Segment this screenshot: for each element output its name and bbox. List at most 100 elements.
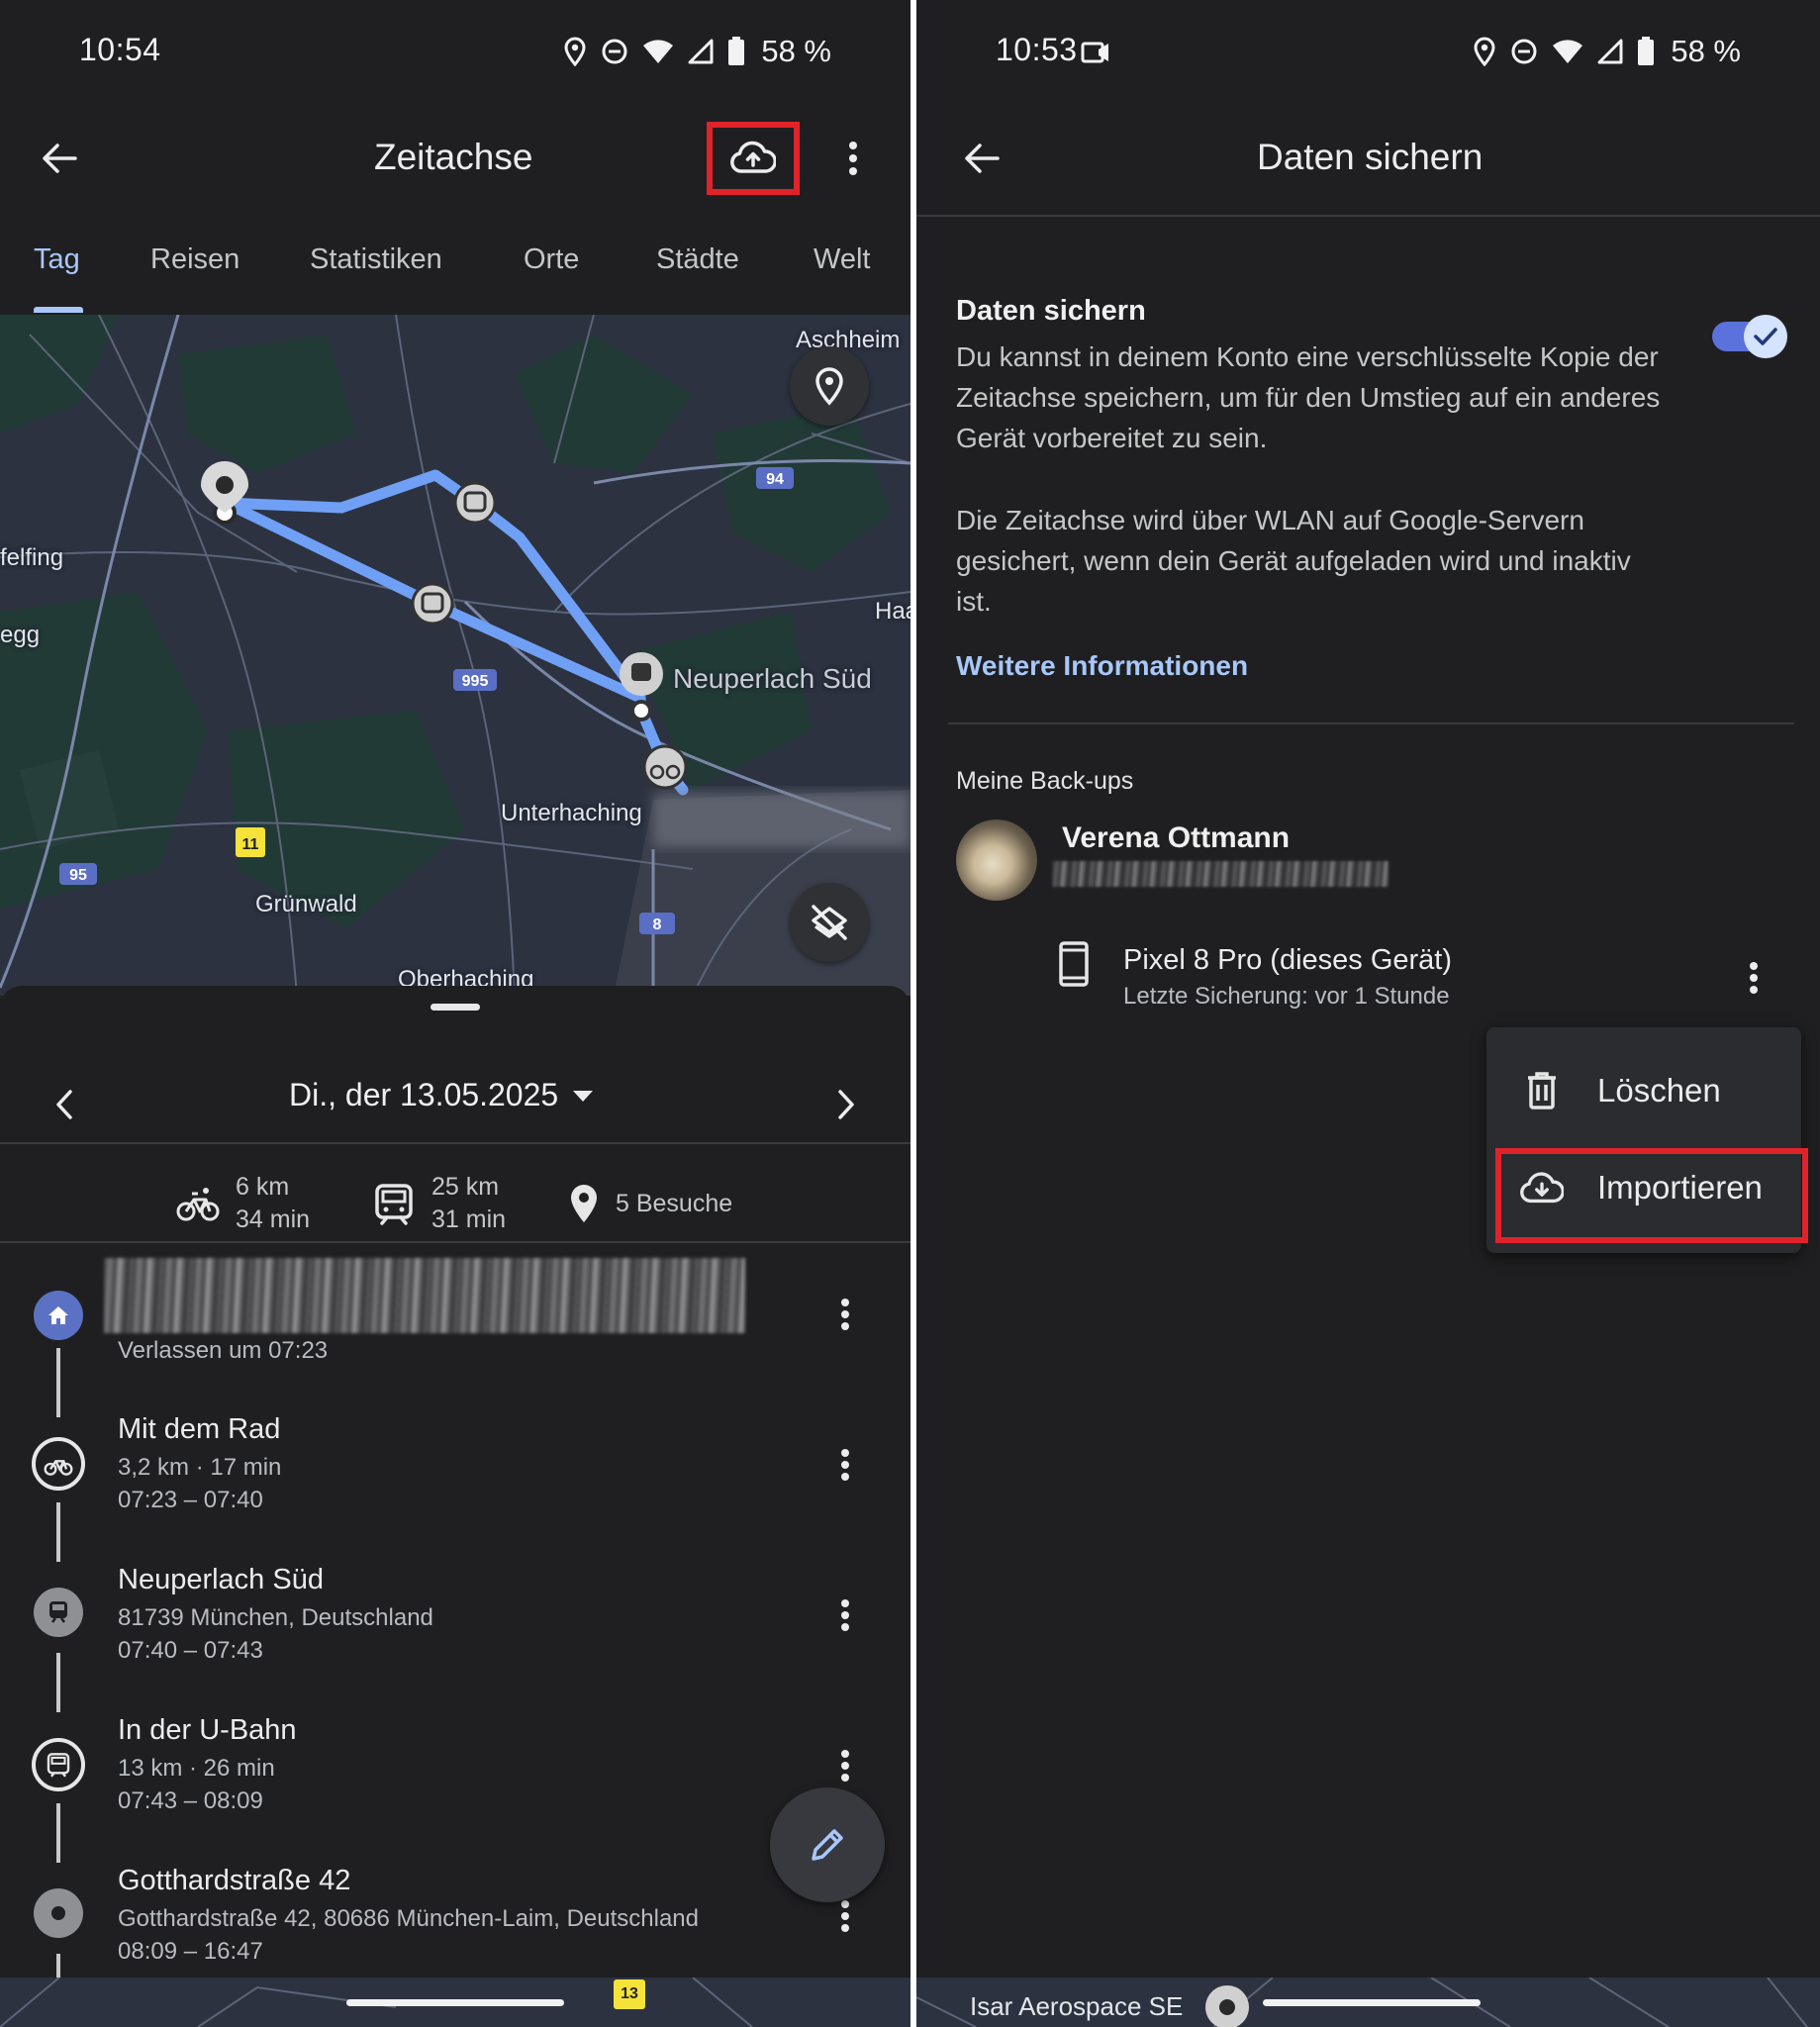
- layers-off-icon: [812, 905, 847, 940]
- appbar-divider: [916, 215, 1820, 217]
- bike-node: [32, 1437, 85, 1491]
- previous-day-button[interactable]: [40, 1075, 89, 1134]
- back-button[interactable]: [952, 129, 1011, 188]
- backup-screen: 10:53 58 % Daten sichern Daten sichern D…: [916, 0, 1820, 2027]
- more-vert-icon: [841, 1599, 849, 1631]
- backup-description: Du kannst in deinem Konto eine verschlüs…: [956, 341, 1661, 453]
- next-day-button[interactable]: [821, 1075, 871, 1134]
- entry-title: In der U-Bahn: [118, 1714, 297, 1746]
- tab-orte[interactable]: Orte: [524, 243, 579, 276]
- my-backups-header: Meine Back-ups: [956, 767, 1134, 795]
- map-label-fragment-3: Haa: [875, 598, 910, 625]
- summary-visits: 5 Besuche: [568, 1154, 732, 1253]
- device-name: Pixel 8 Pro (dieses Gerät): [1123, 944, 1453, 976]
- chevron-right-icon: [838, 1090, 854, 1119]
- menu-delete-label: Löschen: [1597, 1072, 1721, 1109]
- battery-icon: [728, 37, 745, 65]
- entry-title: Gotthardstraße 42: [118, 1865, 351, 1896]
- cellular-signal-icon: [1597, 39, 1623, 64]
- more-vert-icon: [841, 1900, 849, 1932]
- cloud-upload-icon: [730, 141, 776, 173]
- entry-time-range: 07:40 – 07:43: [118, 1637, 263, 1664]
- map-label-neuperlach: Neuperlach Süd: [673, 663, 872, 694]
- home-icon: [48, 1306, 68, 1324]
- tab-reisen[interactable]: Reisen: [150, 243, 239, 276]
- map-places-button[interactable]: [790, 346, 869, 426]
- summary-bike: 6 km 34 min: [176, 1154, 310, 1253]
- entry-more-button[interactable]: [827, 1435, 863, 1495]
- app-bar: Daten sichern: [916, 104, 1820, 213]
- subway-node: [32, 1738, 85, 1791]
- status-bar: 10:53 58 %: [916, 0, 1820, 104]
- map-layers-off-button[interactable]: [790, 883, 869, 962]
- timeline-map[interactable]: 94 995 95 11 8 Aschheim felfing egg Haa …: [0, 315, 910, 996]
- entry-time-range: 07:43 – 08:09: [118, 1787, 263, 1814]
- divider: [0, 1142, 910, 1144]
- day-bottom-sheet: Di., der 13.05.2025 6 km 34 min 25 km 31 m…: [0, 986, 910, 2027]
- map-label-fragment-2: egg: [0, 622, 41, 648]
- back-button[interactable]: [30, 129, 89, 188]
- date-picker[interactable]: Di., der 13.05.2025: [289, 1077, 594, 1113]
- overflow-menu-button[interactable]: [833, 129, 873, 188]
- timeline-screen: 10:54 58 % Zeitachse Tag Reisen Statisti…: [0, 0, 910, 2027]
- avatar: [956, 820, 1037, 901]
- smartphone-icon: [1059, 941, 1089, 987]
- train-icon: [49, 1601, 67, 1623]
- tab-staedte[interactable]: Städte: [656, 243, 739, 276]
- dropdown-arrow-icon: [573, 1090, 594, 1102]
- visits-count: 5 Besuche: [616, 1189, 733, 1217]
- tab-statistiken[interactable]: Statistiken: [310, 243, 442, 276]
- device-more-button[interactable]: [1736, 948, 1772, 1008]
- blurred-account-email: [1052, 861, 1389, 887]
- map-label-gruenwald: Grünwald: [255, 891, 357, 917]
- map-canvas: 94 995 95 11 8: [0, 315, 910, 996]
- more-vert-icon: [841, 1449, 849, 1481]
- do-not-disturb-icon: [602, 39, 627, 64]
- tab-tag[interactable]: Tag: [34, 243, 80, 276]
- timeline-connector: [56, 1502, 60, 1562]
- entry-more-button[interactable]: [827, 1285, 863, 1344]
- transit-node-2: [411, 582, 454, 626]
- gesture-nav-bar[interactable]: [346, 1999, 564, 2006]
- backup-toggle[interactable]: [1712, 315, 1787, 358]
- sheet-drag-handle[interactable]: [431, 1004, 480, 1011]
- date-label: Di., der 13.05.2025: [289, 1077, 559, 1112]
- bike-duration: 34 min: [236, 1206, 311, 1233]
- entry-time-range: 07:23 – 07:40: [118, 1487, 263, 1513]
- shield-995: 995: [462, 673, 489, 690]
- edit-fab[interactable]: [770, 1787, 885, 1902]
- pencil-icon: [812, 1829, 843, 1861]
- more-info-link[interactable]: Weitere Informationen: [956, 650, 1248, 682]
- shield-95: 95: [69, 867, 87, 884]
- transit-duration: 31 min: [431, 1206, 507, 1233]
- station-node: [34, 1588, 83, 1637]
- place-node: [34, 1888, 83, 1938]
- shield-13: 13: [621, 1985, 638, 2002]
- gesture-nav-bar[interactable]: [1263, 1999, 1481, 2006]
- check-icon: [1754, 328, 1777, 345]
- place-dot-icon: [51, 1906, 65, 1920]
- subway-icon: [47, 1753, 70, 1778]
- device-last-backup: Letzte Sicherung: vor 1 Stunde: [1123, 983, 1450, 1010]
- location-icon: [564, 37, 586, 66]
- backup-setting-title: Daten sichern: [956, 295, 1146, 327]
- entry-distance: 3,2 km · 17 min: [118, 1454, 282, 1481]
- entry-distance: 13 km · 26 min: [118, 1755, 275, 1782]
- more-vert-icon: [1750, 962, 1758, 994]
- wifi-icon: [1553, 40, 1583, 63]
- entry-more-button[interactable]: [827, 1586, 863, 1645]
- timeline-connector: [56, 1653, 60, 1712]
- menu-item-delete[interactable]: Löschen: [1486, 1043, 1801, 1138]
- battery-icon: [1638, 37, 1655, 65]
- toggle-thumb: [1744, 315, 1787, 358]
- tab-welt[interactable]: Welt: [814, 243, 870, 276]
- cloud-backup-button[interactable]: [707, 122, 800, 195]
- place-pin-icon: [815, 367, 843, 406]
- subway-icon: [375, 1184, 413, 1225]
- entry-more-button[interactable]: [827, 1736, 863, 1795]
- page-title: Zeitachse: [374, 137, 533, 177]
- more-vert-icon: [841, 1299, 849, 1330]
- entry-title: Mit dem Rad: [118, 1413, 281, 1445]
- back-arrow-icon: [43, 144, 77, 173]
- status-icons: 58 %: [1473, 34, 1741, 69]
